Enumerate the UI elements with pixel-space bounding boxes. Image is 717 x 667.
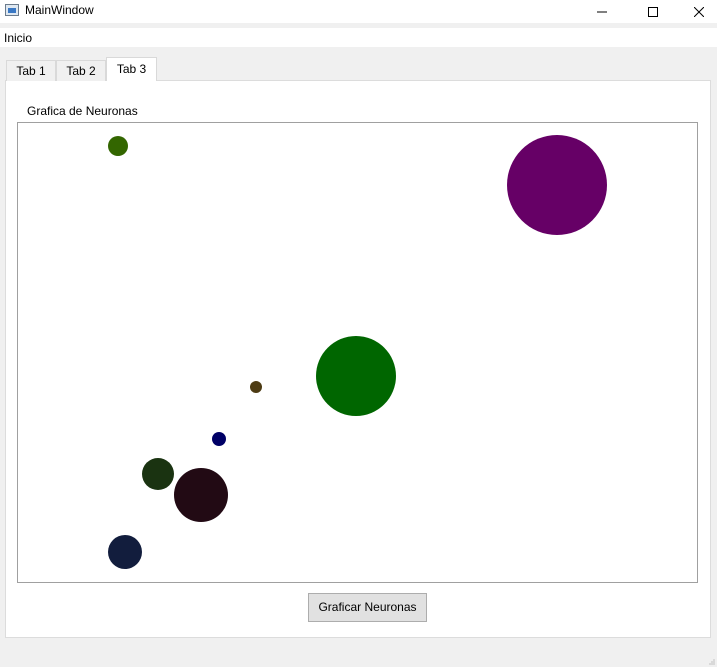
neuron-circle-7 <box>174 468 228 522</box>
resize-grip-icon[interactable] <box>709 659 715 665</box>
menu-item-inicio[interactable]: Inicio <box>4 31 32 45</box>
neuron-circle-3 <box>316 336 396 416</box>
close-icon <box>694 6 704 17</box>
app-window-icon <box>5 4 19 16</box>
neuron-circle-2 <box>507 135 607 235</box>
tab-2[interactable]: Tab 2 <box>56 60 106 81</box>
neuron-circle-5 <box>212 432 226 446</box>
minimize-button[interactable] <box>579 0 625 23</box>
title-bar: MainWindow <box>0 0 717 23</box>
minimize-icon <box>597 11 607 12</box>
neuron-circle-1 <box>108 136 128 156</box>
tab-1[interactable]: Tab 1 <box>6 60 56 81</box>
window-title: MainWindow <box>25 3 94 17</box>
neuron-canvas <box>108 135 607 569</box>
maximize-icon <box>648 6 658 17</box>
graph-label: Grafica de Neuronas <box>27 104 138 118</box>
graficar-neuronas-button[interactable]: Graficar Neuronas <box>308 593 427 622</box>
close-button[interactable] <box>676 0 717 23</box>
tab-3[interactable]: Tab 3 <box>106 57 157 81</box>
maximize-button[interactable] <box>630 0 676 23</box>
neuron-circle-6 <box>142 458 174 490</box>
neuron-circle-4 <box>250 381 262 393</box>
neuron-circle-8 <box>108 535 142 569</box>
menu-bar: Inicio <box>0 28 717 47</box>
neuron-graph-view <box>17 122 698 583</box>
